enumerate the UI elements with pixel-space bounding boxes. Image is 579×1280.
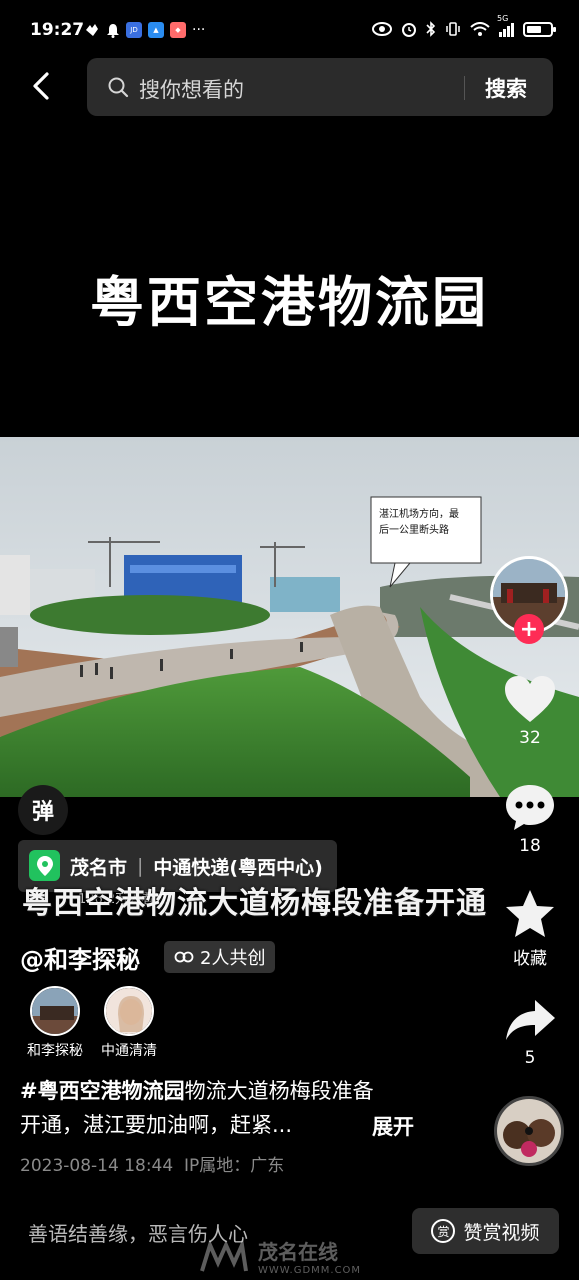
network-type: 5G (497, 14, 509, 23)
comment-count: 18 (519, 836, 541, 856)
vibrate-icon (446, 22, 460, 36)
jd-app-icon: JD (126, 22, 142, 38)
share-count: 5 (524, 1048, 536, 1068)
bluetooth-icon (426, 21, 436, 37)
search-divider (464, 76, 465, 100)
follow-button[interactable]: + (514, 614, 544, 644)
status-bar: 19:27 JD ▲ ◆ ··· 5G (0, 0, 579, 58)
avatar (30, 986, 80, 1036)
hashtag-link[interactable]: #粤西空港物流园 (20, 1079, 185, 1103)
avatar (104, 986, 154, 1036)
ip-location: IP属地：广东 (184, 1156, 285, 1176)
bell-icon (107, 23, 119, 38)
comment-icon (506, 785, 554, 830)
favorite-button[interactable]: 收藏 (495, 888, 565, 969)
co-create-badge[interactable]: 2人共创 (164, 941, 276, 973)
bird-app-icon: ▲ (148, 22, 164, 38)
like-button[interactable]: 32 (495, 674, 565, 748)
tip-label: 赞赏视频 (463, 1221, 540, 1244)
status-time: 19:27 (30, 20, 85, 40)
music-disc[interactable] (494, 1096, 564, 1166)
share-button[interactable]: 5 (495, 996, 565, 1068)
speech-bubble-line-1: 湛江机场方向，最 (379, 507, 459, 520)
eye-icon (372, 22, 392, 36)
alarm-icon (402, 23, 416, 37)
location-place: 中通快递(粤西中心) (153, 856, 323, 879)
search-icon (108, 77, 129, 98)
chevron-left-icon (33, 72, 49, 100)
location-separator: | (137, 855, 144, 877)
author-handle[interactable]: @和李探秘 (20, 940, 140, 975)
video-description: #粤西空港物流园物流大道杨梅段准备 开通，湛江要加油啊，赶紧... (20, 1074, 430, 1142)
wifi-icon (470, 21, 490, 36)
watermark-logo-icon (200, 1239, 248, 1272)
system-status-icons: 5G (372, 14, 556, 37)
link-icon (174, 951, 194, 963)
video-frame: 湛江机场方向，最 后一公里断头路 (0, 437, 579, 797)
share-arrow-icon (506, 1000, 555, 1040)
creator-name: 和李探秘 (27, 1043, 83, 1059)
watermark-url: WWW.GDMM.COM (258, 1265, 362, 1276)
watermark-title: 茂名在线 (258, 1240, 338, 1264)
video-subtitle: 粤西空港物流大道杨梅段准备开通 (22, 886, 487, 921)
description-text-line-2: 开通，湛江要加油啊，赶紧... (20, 1113, 293, 1137)
battery-icon (523, 21, 556, 37)
search-input[interactable]: 搜你想看的 (139, 74, 244, 104)
cellular-signal-icon: 5G (497, 14, 514, 37)
notification-icons: JD ▲ ◆ ··· (84, 22, 205, 38)
creator-name: 中通清清 (101, 1043, 157, 1059)
location-pin-icon (29, 850, 60, 881)
expand-button[interactable]: 展开 (372, 1111, 414, 1141)
comment-button[interactable]: 18 (495, 782, 565, 856)
barrage-toggle-button[interactable]: 弹 (18, 785, 68, 835)
search-bar[interactable]: 搜你想看的 搜索 (87, 58, 553, 116)
shop-app-icon: ◆ (170, 22, 186, 38)
star-icon (506, 890, 554, 937)
co-create-label: 2人共创 (200, 948, 266, 969)
heart-icon (505, 676, 555, 722)
post-meta: 2023-08-14 18:44 IP属地：广东 (20, 1151, 284, 1176)
back-button[interactable] (22, 66, 62, 106)
app-notification-icon (86, 24, 98, 36)
speech-bubble-line-2: 后一公里断头路 (379, 523, 449, 536)
video-player[interactable]: 湛江机场方向，最 后一公里断头路 (0, 437, 579, 797)
creator-item[interactable]: 中通清清 (94, 986, 164, 1060)
more-notifications-icon: ··· (192, 22, 206, 38)
post-date: 2023-08-14 18:44 (20, 1156, 174, 1176)
location-city: 茂名市 (70, 856, 128, 879)
site-watermark: 茂名在线 WWW.GDMM.COM (200, 1236, 361, 1276)
description-text-line-1: 物流大道杨梅段准备 (184, 1079, 374, 1103)
like-count: 32 (519, 728, 541, 748)
tip-icon: 赏 (431, 1219, 456, 1243)
tip-video-button[interactable]: 赏 赞赏视频 (412, 1208, 559, 1254)
creator-item[interactable]: 和李探秘 (20, 986, 90, 1060)
favorite-label: 收藏 (513, 949, 547, 969)
search-button[interactable]: 搜索 (485, 73, 527, 103)
video-title-overlay: 粤西空港物流园 (90, 270, 489, 334)
